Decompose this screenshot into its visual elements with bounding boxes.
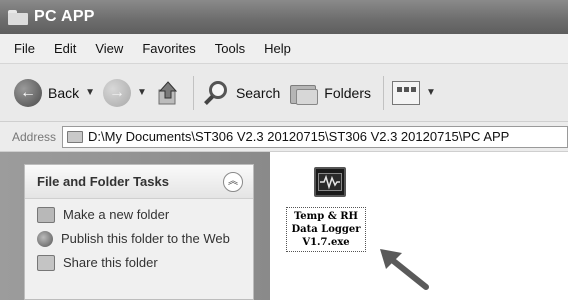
address-path: D:\My Documents\ST306 V2.3 20120715\ST30… bbox=[88, 129, 510, 144]
globe-icon bbox=[37, 231, 53, 247]
menu-favorites[interactable]: Favorites bbox=[142, 41, 195, 56]
collapse-icon[interactable]: ︽ bbox=[223, 171, 243, 192]
tasks-list: Make a new folder Publish this folder to… bbox=[25, 199, 253, 287]
task-make-new-folder[interactable]: Make a new folder bbox=[37, 207, 241, 223]
task-publish-folder-web[interactable]: Publish this folder to the Web bbox=[37, 231, 241, 247]
task-label: Make a new folder bbox=[63, 207, 170, 222]
folder-icon bbox=[8, 9, 28, 25]
menu-file[interactable]: File bbox=[14, 41, 35, 56]
file-name-line: V1.7.exe bbox=[302, 237, 350, 248]
forward-arrow-icon: → bbox=[103, 78, 132, 107]
tasks-header[interactable]: File and Folder Tasks ︽ bbox=[25, 165, 253, 199]
toolbar: ← Back ▼ → ▼ Search Folders ▼ bbox=[0, 64, 568, 122]
views-dropdown-icon[interactable]: ▼ bbox=[426, 87, 436, 98]
file-folder-tasks-panel: File and Folder Tasks ︽ Make a new folde… bbox=[24, 164, 254, 300]
share-folder-icon bbox=[37, 255, 55, 271]
back-label: Back bbox=[48, 84, 80, 101]
menu-edit[interactable]: Edit bbox=[54, 41, 76, 56]
toolbar-separator bbox=[382, 75, 384, 110]
address-label: Address bbox=[12, 129, 57, 144]
views-button[interactable]: ▼ bbox=[391, 80, 436, 105]
pointer-arrow-icon bbox=[380, 249, 429, 290]
folders-button[interactable]: Folders bbox=[288, 81, 371, 105]
search-label: Search bbox=[235, 84, 281, 101]
file-list-area: Temp & RH Data Logger V1.7.exe bbox=[270, 152, 568, 300]
folders-icon bbox=[288, 81, 319, 105]
forward-dropdown-icon[interactable]: ▼ bbox=[137, 87, 147, 98]
forward-button[interactable]: → ▼ bbox=[103, 78, 147, 107]
folder-icon bbox=[67, 130, 84, 143]
task-label: Share this folder bbox=[63, 255, 158, 270]
menu-tools[interactable]: Tools bbox=[215, 41, 245, 56]
task-share-folder[interactable]: Share this folder bbox=[37, 255, 241, 271]
file-name-line: Data Logger bbox=[291, 224, 361, 235]
back-button[interactable]: ← Back ▼ bbox=[14, 78, 95, 107]
search-icon bbox=[202, 79, 230, 107]
tasks-title: File and Folder Tasks bbox=[37, 174, 169, 189]
file-name-line: Temp & RH bbox=[294, 211, 358, 222]
address-input[interactable]: D:\My Documents\ST306 V2.3 20120715\ST30… bbox=[62, 125, 568, 148]
window-title: PC APP bbox=[34, 8, 95, 25]
file-name-label[interactable]: Temp & RH Data Logger V1.7.exe bbox=[286, 207, 366, 252]
task-pane: File and Folder Tasks ︽ Make a new folde… bbox=[0, 152, 270, 300]
menu-bar: File Edit View Favorites Tools Help bbox=[0, 34, 568, 64]
address-bar: Address D:\My Documents\ST306 V2.3 20120… bbox=[0, 122, 568, 152]
title-bar: PC APP bbox=[0, 0, 568, 34]
folders-label: Folders bbox=[324, 84, 371, 101]
views-icon bbox=[391, 80, 420, 105]
back-dropdown-icon[interactable]: ▼ bbox=[85, 87, 95, 98]
menu-view[interactable]: View bbox=[95, 41, 123, 56]
up-folder-icon bbox=[155, 79, 181, 107]
search-button[interactable]: Search bbox=[202, 79, 280, 107]
up-folder-button[interactable] bbox=[155, 79, 181, 107]
new-folder-icon bbox=[37, 207, 55, 223]
toolbar-separator bbox=[192, 75, 194, 110]
oscilloscope-app-icon[interactable] bbox=[314, 167, 346, 197]
menu-help[interactable]: Help bbox=[264, 41, 291, 56]
task-label: Publish this folder to the Web bbox=[61, 231, 230, 246]
back-arrow-icon: ← bbox=[14, 78, 42, 107]
